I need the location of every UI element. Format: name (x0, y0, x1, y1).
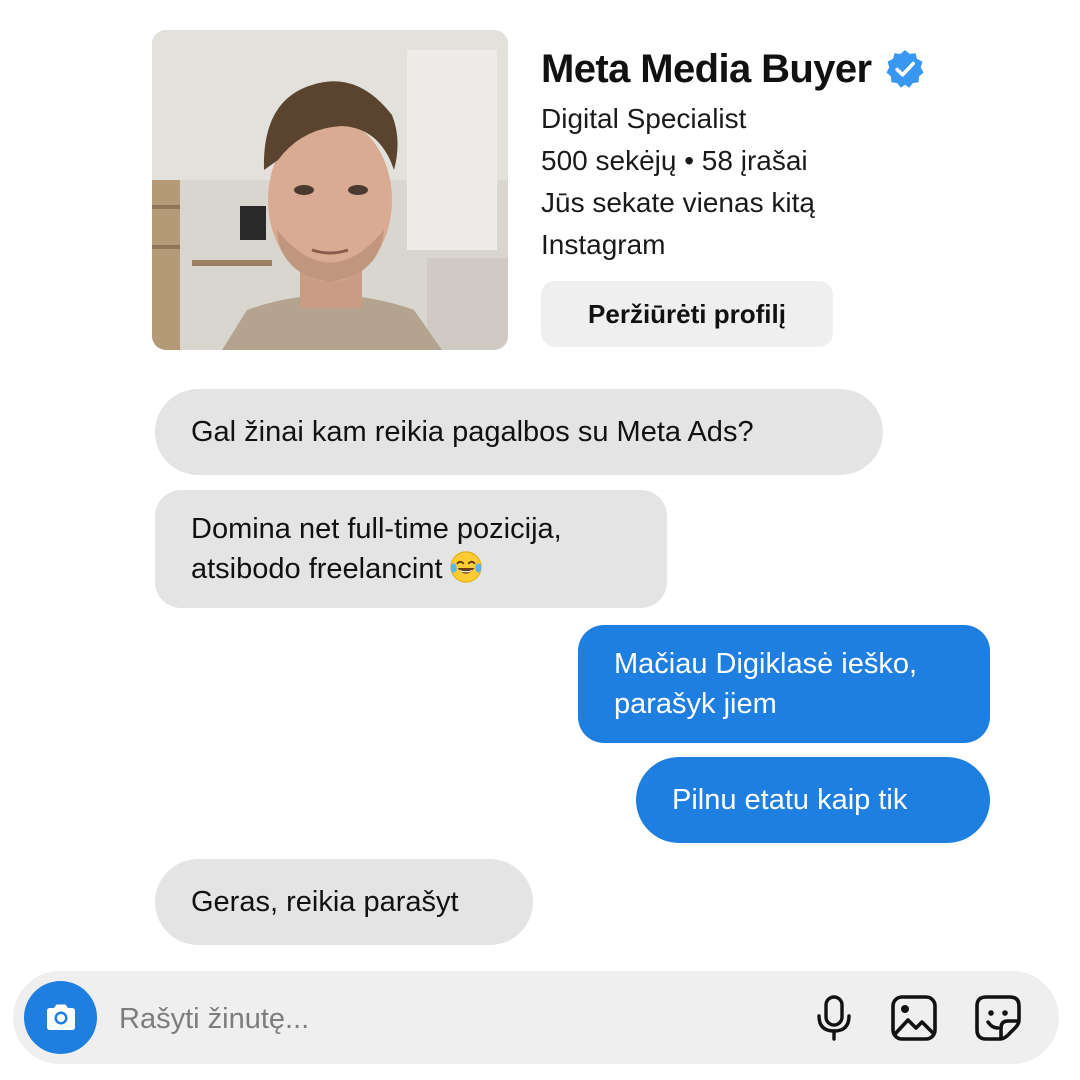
gallery-button[interactable] (889, 993, 939, 1043)
message-composer (13, 971, 1059, 1064)
profile-subtitle: Digital Specialist (541, 103, 747, 134)
message-text: Mačiau Digiklasė ieško, parašyk jiem (614, 648, 918, 720)
profile-relationship: Jūs sekate vienas kitą (541, 187, 815, 218)
message-bubble-sent[interactable]: Pilnu etatu kaip tik (636, 757, 990, 843)
message-bubble-received[interactable]: Gal žinai kam reikia pagalbos su Meta Ad… (155, 389, 883, 475)
camera-icon (46, 1004, 75, 1030)
message-text: Domina net full-time pozicija, atsibodo … (191, 513, 562, 585)
verified-badge-icon (886, 50, 923, 88)
message-bubble-received[interactable]: Domina net full-time pozicija, atsibodo … (155, 490, 667, 608)
profile-info: Meta Media Buyer Digital Specialist 500 … (541, 40, 1061, 266)
profile-photo-image (152, 30, 508, 350)
message-bubble-received[interactable]: Geras, reikia parašyt (155, 859, 533, 945)
message-text: Geras, reikia parašyt (191, 886, 459, 918)
sticker-button[interactable] (973, 993, 1023, 1043)
microphone-button[interactable] (809, 993, 859, 1043)
profile-photo[interactable] (152, 30, 508, 350)
profile-stats: 500 sekėjų • 58 įrašai (541, 145, 808, 176)
message-text: Gal žinai kam reikia pagalbos su Meta Ad… (191, 416, 754, 448)
gallery-icon (891, 995, 937, 1041)
profile-platform: Instagram (541, 229, 666, 260)
camera-button[interactable] (24, 981, 97, 1054)
message-input[interactable] (117, 993, 581, 1045)
profile-name-row: Meta Media Buyer (541, 40, 1061, 98)
microphone-icon (817, 995, 851, 1041)
message-text: Pilnu etatu kaip tik (672, 784, 908, 816)
profile-name: Meta Media Buyer (541, 46, 872, 91)
view-profile-button[interactable]: Peržiūrėti profilį (541, 281, 833, 347)
message-bubble-sent[interactable]: Mačiau Digiklasė ieško, parašyk jiem (578, 625, 990, 743)
sticker-icon (975, 995, 1021, 1041)
face-with-tears-of-joy-icon (449, 551, 482, 583)
